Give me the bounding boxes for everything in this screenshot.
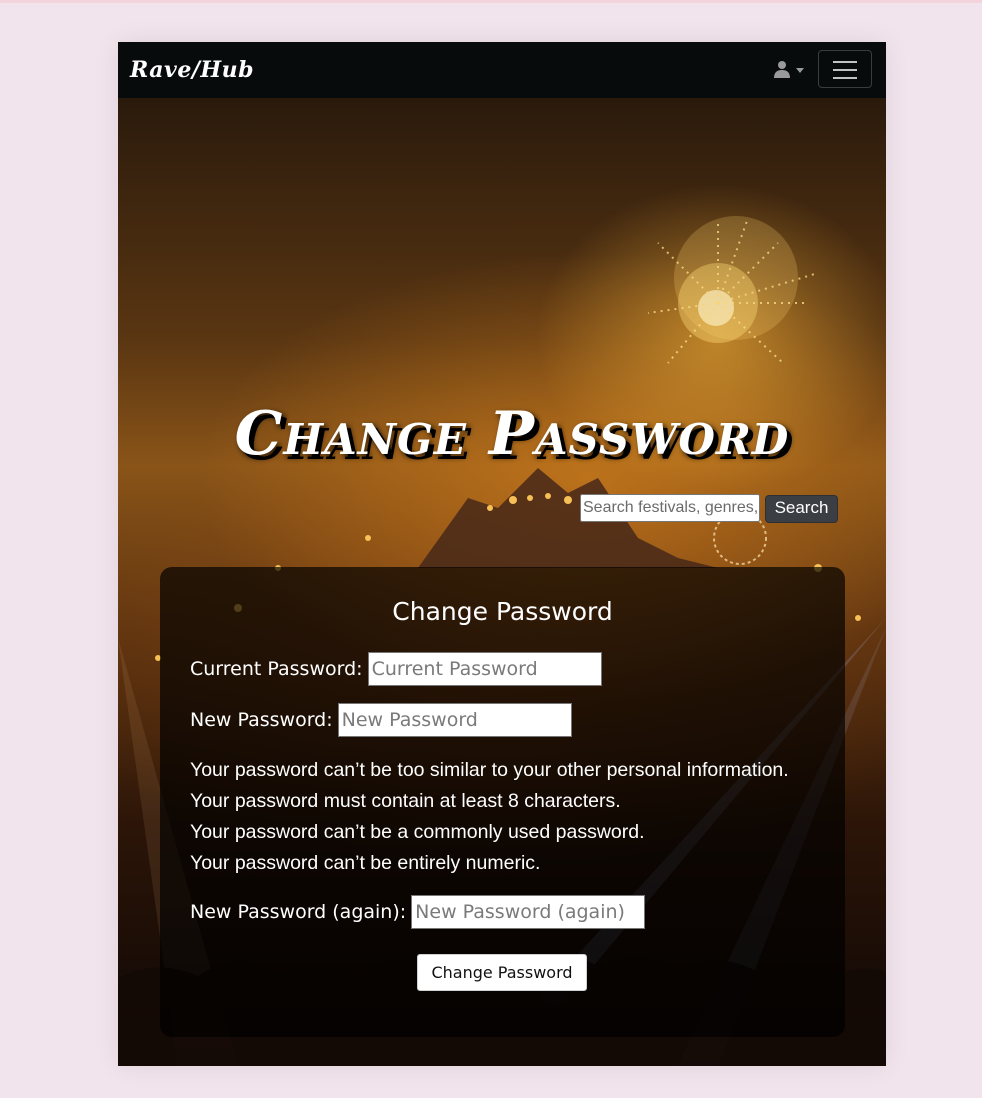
- hamburger-menu-icon: [833, 69, 857, 71]
- current-password-label: Current Password:: [190, 658, 363, 680]
- new-password-again-input[interactable]: [411, 895, 646, 929]
- new-password-again-label: New Password (again):: [190, 901, 407, 923]
- fireworks-icon: [647, 216, 819, 364]
- password-help-item: Your password can’t be entirely numeric.: [190, 852, 541, 874]
- new-password-input[interactable]: [337, 703, 572, 737]
- hero-background-image: Change Password Search Change Password C…: [118, 98, 886, 1066]
- password-help-list: Your password can’t be too similar to yo…: [190, 755, 789, 879]
- navbar-toggler-button[interactable]: [818, 50, 872, 88]
- current-password-input[interactable]: [367, 652, 602, 686]
- search-input[interactable]: [580, 494, 760, 522]
- password-help-item: Your password must contain at least 8 ch…: [190, 790, 621, 812]
- page-top-strip: [0, 0, 982, 3]
- page-heading: Change Password: [234, 399, 790, 469]
- new-password-row: New Password:: [190, 703, 572, 737]
- hamburger-menu-icon: [833, 77, 857, 79]
- user-icon: [774, 61, 790, 78]
- change-password-card: Change Password Current Password: New Pa…: [160, 567, 845, 1037]
- user-menu-toggle[interactable]: [772, 58, 808, 82]
- password-help-item: Your password can’t be a commonly used p…: [190, 821, 645, 843]
- hamburger-menu-icon: [833, 61, 857, 63]
- form-title: Change Password: [392, 597, 613, 626]
- new-password-again-row: New Password (again):: [190, 895, 646, 929]
- new-password-label: New Password:: [190, 709, 333, 731]
- caret-down-icon: [796, 68, 804, 73]
- brand-logo[interactable]: Rave/Hub: [130, 56, 254, 84]
- current-password-row: Current Password:: [190, 652, 602, 686]
- navbar: Rave/Hub: [118, 42, 886, 98]
- password-help-item: Your password can’t be too similar to yo…: [190, 759, 789, 781]
- search-button[interactable]: Search: [765, 495, 838, 523]
- change-password-button[interactable]: Change Password: [417, 954, 587, 991]
- app-frame: Change Password Search Change Password C…: [118, 42, 886, 1066]
